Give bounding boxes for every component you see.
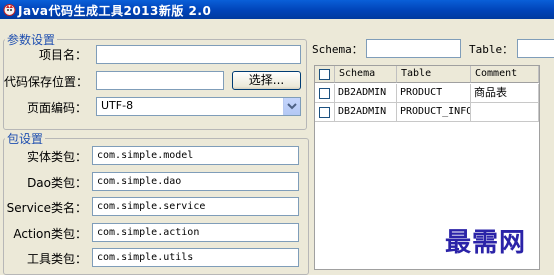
schema-input[interactable]	[366, 39, 461, 58]
utils-package-label: 工具类包：	[26, 252, 87, 266]
select-all-header[interactable]	[315, 66, 335, 83]
watermark-text: 最需网	[445, 228, 527, 258]
table-row-table[interactable]: PRODUCT	[397, 84, 471, 103]
service-package-input[interactable]: com.simple.service	[92, 197, 299, 216]
table-filter-input[interactable]	[517, 39, 554, 58]
table-row-comment[interactable]: 商品表	[471, 84, 539, 103]
table-row-table[interactable]: PRODUCT_INFO	[397, 103, 471, 122]
project-name-input[interactable]	[96, 45, 301, 64]
select-all-checkbox[interactable]	[319, 69, 330, 80]
browse-button[interactable]: 选择...	[232, 71, 301, 90]
encoding-select[interactable]: UTF-8	[96, 97, 301, 116]
row-checkbox[interactable]	[319, 88, 330, 99]
table-label: Table：	[469, 43, 514, 56]
app-icon	[3, 4, 16, 16]
table-row-schema[interactable]: DB2ADMIN	[335, 103, 397, 122]
dao-package-input[interactable]: com.simple.dao	[92, 172, 299, 191]
entity-package-label: 实体类包：	[26, 150, 87, 164]
title-bar[interactable]: Java代码生成工具2013新版 2.0	[0, 0, 554, 19]
window-title: Java代码生成工具2013新版 2.0	[18, 4, 212, 18]
save-path-input[interactable]	[96, 71, 224, 90]
service-package-label: Service类名：	[6, 201, 87, 215]
chevron-down-icon[interactable]	[283, 98, 300, 115]
action-package-input[interactable]: com.simple.action	[92, 223, 299, 242]
schema-label: Schema：	[312, 43, 363, 56]
action-package-label: Action类包：	[13, 227, 87, 241]
project-name-label: 项目名：	[38, 48, 87, 62]
save-path-label: 代码保存位置：	[4, 75, 89, 89]
utils-package-input[interactable]: com.simple.utils	[92, 248, 299, 267]
table-row-checkbox-cell[interactable]	[315, 84, 335, 103]
package-group-legend: 包设置	[5, 130, 46, 147]
encoding-label: 页面编码：	[26, 101, 87, 115]
table-row-comment[interactable]	[471, 103, 539, 122]
entity-package-input[interactable]: com.simple.model	[92, 146, 299, 165]
row-checkbox[interactable]	[319, 107, 330, 118]
column-header-schema[interactable]: Schema	[335, 66, 397, 83]
table-row-schema[interactable]: DB2ADMIN	[335, 84, 397, 103]
column-header-table[interactable]: Table	[397, 66, 471, 83]
dao-package-label: Dao类包：	[27, 176, 87, 190]
encoding-select-value: UTF-8	[101, 99, 134, 112]
table-row-checkbox-cell[interactable]	[315, 103, 335, 122]
column-header-comment[interactable]: Comment	[471, 66, 539, 83]
